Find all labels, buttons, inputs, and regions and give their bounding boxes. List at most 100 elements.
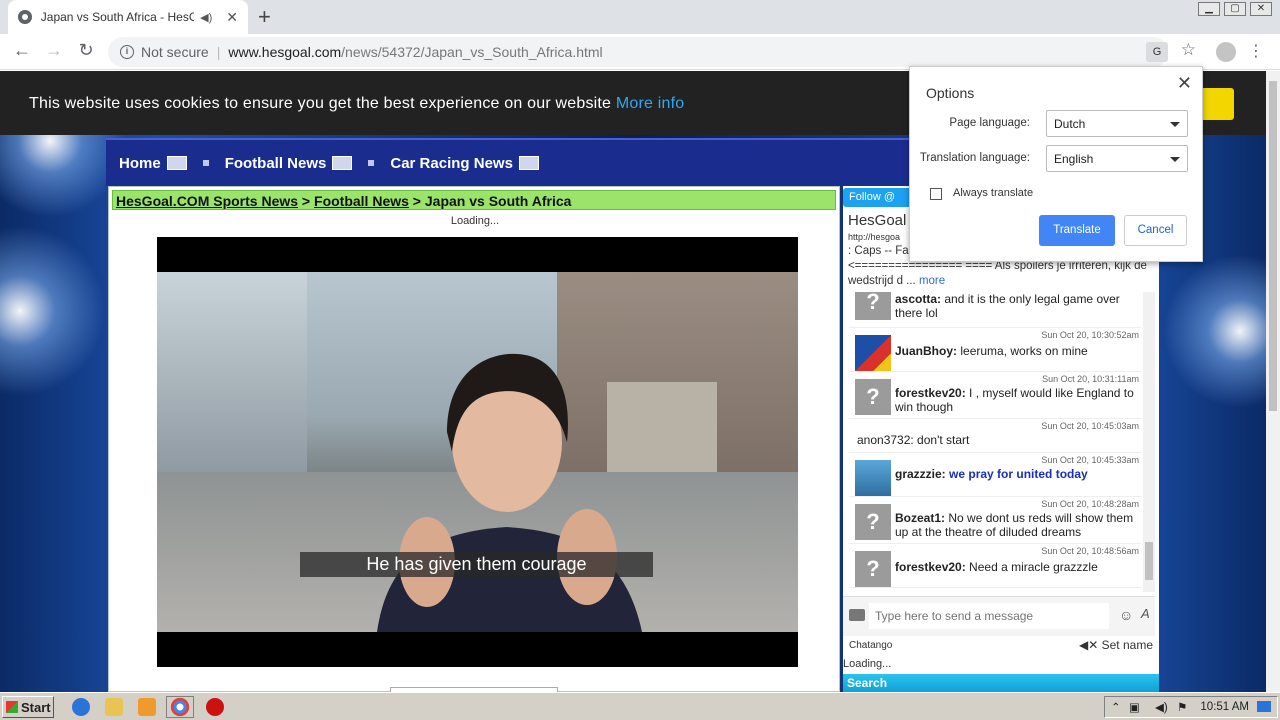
translate-button[interactable]: Translate [1039,215,1115,246]
flag-icon[interactable]: ⚑ [1177,700,1187,714]
translation-language-select[interactable]: English [1046,145,1188,172]
cookie-text: This website uses cookies to ensure you … [29,95,612,112]
nav-home[interactable]: Home [119,155,187,172]
always-translate-checkbox[interactable] [930,188,942,200]
more-info-link[interactable]: More info [616,95,685,112]
default-avatar-icon[interactable]: ? [855,379,891,415]
close-window-button[interactable]: ✕ [1250,2,1272,16]
chatango-label[interactable]: Chatango [849,640,892,651]
breadcrumb-root[interactable]: HesGoal.COM Sports News [116,193,298,209]
loading-text: Loading... [450,215,500,227]
chat-username[interactable]: grazzzie: [895,467,946,481]
flag-avatar-icon[interactable] [855,335,891,371]
chat-username[interactable]: Bozeat1: [895,511,945,525]
chrome-icon[interactable] [166,696,194,718]
network-icon[interactable]: ▣ [1129,700,1140,714]
chat-url[interactable]: http://hesgoa [848,232,900,242]
chevron-down-icon [1170,157,1180,162]
chat-message: Sun Oct 20, 10:48:28am ? Bozeat1: No we … [849,497,1141,544]
set-name-button[interactable]: ◀✕ Set name [1079,638,1153,652]
browser-toolbar: ← → ↻ i Not secure | www.hesgoal.com /ne… [0,34,1280,70]
speaker-icon[interactable]: ◀) [200,11,212,24]
stadium-light [0,211,120,411]
chat-username[interactable]: JuanBhoy: [895,344,957,358]
bookmark-star-icon[interactable]: ☆ [1181,40,1196,60]
translation-language-value: English [1054,152,1094,166]
maximize-button[interactable]: ▢ [1224,2,1246,16]
close-icon[interactable]: ✕ [1177,73,1192,94]
chat-scroll-thumb[interactable] [1145,542,1153,580]
chat-text: leeruma, works on mine [957,344,1088,358]
chat-timestamp: Sun Oct 20, 10:45:33am [1041,455,1139,465]
chat-username[interactable]: forestkev20: [895,560,966,574]
start-button[interactable]: Start [2,696,54,718]
ie-icon[interactable] [72,698,90,716]
reload-icon[interactable]: ↻ [74,40,98,61]
tray-up-icon[interactable]: ⌃ [1111,700,1121,714]
nav-separator [368,160,375,166]
forward-icon[interactable]: → [42,40,66,61]
photo-avatar-icon[interactable] [855,460,891,496]
tab-title: Japan vs South Africa - HesGoal [40,10,195,24]
nav-football-news[interactable]: Football News [225,155,353,172]
chat-message-input[interactable] [869,603,1109,629]
browser-menu-icon[interactable]: ⋮ [1248,41,1264,61]
security-label: Not secure [141,44,209,60]
page-language-select[interactable]: Dutch [1046,110,1188,137]
page-scrollbar[interactable] [1266,71,1280,692]
opera-icon[interactable] [206,698,224,716]
emoji-icon[interactable]: ☺ [1119,607,1133,623]
page-scroll-thumb[interactable] [1269,81,1277,411]
globe-icon [18,10,32,24]
chat-message: Sun Oct 20, 10:30:52am JuanBhoy: leeruma… [849,328,1141,372]
address-bar[interactable]: i Not secure | www.hesgoal.com /news/543… [108,37,1168,67]
volume-icon[interactable]: ◀) [1155,700,1168,714]
media-player-icon[interactable] [138,698,156,716]
default-avatar-icon[interactable]: ? [855,551,891,587]
text-format-icon[interactable]: A [1141,606,1150,621]
minimize-button[interactable]: ▁ [1198,2,1220,16]
folder-icon[interactable] [105,698,123,716]
chevron-down-icon [1170,122,1180,127]
default-avatar-icon[interactable]: ? [855,292,891,320]
browser-tab[interactable]: Japan vs South Africa - HesGoal ◀) ✕ [8,0,248,34]
chat-username[interactable]: ascotta: [895,292,941,306]
twitter-follow-button[interactable]: Follow @ [843,188,913,207]
chat-text: Need a miracle grazzzle [965,560,1098,574]
chat-more-link[interactable]: more [919,275,945,287]
chat-timestamp: Sun Oct 20, 10:45:03am [1041,421,1139,431]
info-icon[interactable]: i [120,45,134,59]
chat-scrollbar[interactable] [1143,292,1155,592]
nav-separator [202,160,209,166]
nav-car-racing-news[interactable]: Car Racing News [390,155,539,172]
nav-racing-label: Car Racing News [390,154,513,172]
chat-message: Sun Oct 20, 10:45:03am anon3732: don't s… [849,419,1141,453]
mute-icon[interactable]: ◀✕ [1079,638,1102,652]
default-avatar-icon[interactable]: ? [855,504,891,540]
cancel-button[interactable]: Cancel [1124,215,1187,246]
breadcrumb-section[interactable]: Football News [314,193,409,209]
new-tab-button[interactable]: + [258,4,271,30]
back-icon[interactable]: ← [10,40,34,61]
breadcrumb-sep: > [408,193,425,209]
tab-close-icon[interactable]: ✕ [226,9,238,26]
chat-timestamp: Sun Oct 20, 10:31:11am [1042,374,1139,384]
chat-message: Sun Oct 20, 10:31:11am ? forestkev20: I … [849,372,1141,419]
nav-football-label: Football News [224,154,327,172]
video-player[interactable]: He has given them courage [157,237,798,667]
article-content: HesGoal.COM Sports News > Football News … [108,186,840,692]
profile-avatar-icon[interactable] [1216,42,1236,62]
breadcrumb: HesGoal.COM Sports News > Football News … [112,190,836,210]
chat-compose: ☺ A [843,596,1155,636]
chat-timestamp: Sun Oct 20, 10:48:56am [1041,546,1139,556]
popup-title: Options [926,85,975,101]
page-language-value: Dutch [1054,117,1086,131]
chat-username[interactable]: forestkev20: [895,386,966,400]
show-desktop-icon[interactable] [1257,701,1271,712]
loading-text: Loading... [843,658,892,670]
chat-message: Sun Oct 20, 10:45:33am grazzzie: we pray… [849,453,1141,497]
camera-icon[interactable] [849,609,865,621]
translate-options-popup: Options ✕ Page language: Dutch Translati… [909,66,1203,262]
chat-text: anon3732: don't start [857,433,970,447]
translate-icon[interactable]: G [1146,42,1168,62]
